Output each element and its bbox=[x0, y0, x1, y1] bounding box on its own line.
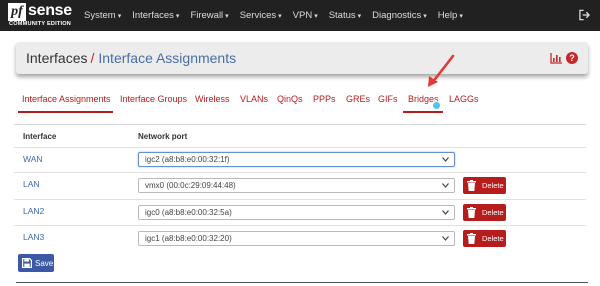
chevron-down-icon bbox=[442, 157, 449, 162]
divider bbox=[14, 124, 586, 125]
delete-button-lan3[interactable]: Delete bbox=[463, 230, 506, 247]
bar-chart-icon[interactable] bbox=[550, 53, 562, 64]
delete-label: Delete bbox=[482, 181, 504, 190]
breadcrumb-panel: Interfaces / Interface Assignments ? bbox=[16, 42, 588, 74]
divider bbox=[14, 199, 586, 200]
tab-gifs[interactable]: GIFs bbox=[378, 94, 398, 104]
sign-out-icon[interactable] bbox=[579, 9, 590, 21]
chevron-down-icon: ▾ bbox=[278, 13, 282, 20]
chevron-down-icon: ▾ bbox=[225, 13, 229, 20]
main-menu: System ▾ Interfaces ▾ Firewall ▾ Services ▾ … bbox=[84, 0, 474, 31]
chevron-down-icon: ▾ bbox=[117, 13, 122, 20]
chevron-down-icon bbox=[442, 236, 449, 241]
breadcrumb-separator: / bbox=[90, 50, 95, 66]
chevron-down-icon bbox=[442, 210, 449, 215]
chevron-down-icon: ▾ bbox=[423, 13, 427, 20]
interface-link-lan[interactable]: LAN bbox=[23, 179, 40, 189]
logo-name: sense bbox=[28, 2, 72, 19]
help-icon[interactable]: ? bbox=[566, 52, 578, 64]
network-port-select-lan[interactable]: vmx0 (00:0c:29:09:44:48) bbox=[138, 178, 455, 193]
chevron-down-icon: ▾ bbox=[175, 13, 180, 20]
tab-qinqs[interactable]: QinQs bbox=[277, 94, 303, 104]
column-header-network-port: Network port bbox=[138, 132, 188, 141]
page-title[interactable]: Interface Assignments bbox=[98, 50, 236, 66]
select-value: igc2 (a8:b8:e0:00:32:1f) bbox=[145, 155, 230, 164]
interface-link-lan2[interactable]: LAN2 bbox=[23, 206, 44, 216]
delete-button-lan[interactable]: Delete bbox=[463, 177, 506, 194]
nav-status[interactable]: Status ▾ bbox=[329, 10, 361, 21]
highlight-underline bbox=[403, 111, 443, 113]
tab-gres[interactable]: GREs bbox=[346, 94, 370, 104]
tab-wireless[interactable]: Wireless bbox=[195, 94, 230, 104]
trash-icon bbox=[467, 207, 476, 218]
nav-services[interactable]: Services ▾ bbox=[240, 10, 282, 21]
save-label: Save bbox=[35, 259, 54, 268]
delete-label: Delete bbox=[482, 208, 504, 217]
logo-mark: pf bbox=[8, 3, 26, 21]
logo-edition: COMMUNITY EDITION bbox=[9, 21, 72, 27]
nav-help[interactable]: Help ▾ bbox=[438, 10, 463, 21]
interface-link-wan[interactable]: WAN bbox=[23, 154, 43, 164]
divider bbox=[14, 172, 586, 173]
cursor-dot-icon bbox=[432, 101, 441, 110]
network-port-select-wan[interactable]: igc2 (a8:b8:e0:00:32:1f) bbox=[138, 152, 455, 167]
chevron-down-icon bbox=[442, 183, 449, 188]
select-value: igc1 (a8:b8:e0:00:32:20) bbox=[145, 234, 232, 243]
chevron-down-icon: ▾ bbox=[459, 13, 463, 20]
save-button[interactable]: Save bbox=[18, 254, 54, 272]
trash-icon bbox=[467, 233, 476, 244]
chevron-down-icon: ▾ bbox=[314, 13, 318, 20]
select-value: igc0 (a8:b8:e0:00:32:5a) bbox=[145, 208, 232, 217]
footer-divider bbox=[16, 282, 588, 283]
pfsense-logo[interactable]: pf sense COMMUNITY EDITION bbox=[8, 2, 80, 28]
divider bbox=[14, 225, 586, 226]
breadcrumb-interfaces[interactable]: Interfaces bbox=[26, 50, 87, 66]
interface-link-lan3[interactable]: LAN3 bbox=[23, 232, 44, 242]
tab-vlans[interactable]: VLANs bbox=[240, 94, 268, 104]
annotation-arrow-icon bbox=[428, 54, 455, 87]
chevron-down-icon: ▾ bbox=[357, 13, 362, 20]
tab-interface-assignments[interactable]: Interface Assignments bbox=[22, 94, 111, 104]
tab-laggs[interactable]: LAGGs bbox=[449, 94, 479, 104]
nav-diagnostics[interactable]: Diagnostics ▾ bbox=[372, 10, 427, 21]
network-port-select-lan3[interactable]: igc1 (a8:b8:e0:00:32:20) bbox=[138, 231, 455, 246]
delete-label: Delete bbox=[482, 234, 504, 243]
network-port-select-lan2[interactable]: igc0 (a8:b8:e0:00:32:5a) bbox=[138, 205, 455, 220]
breadcrumb: Interfaces / Interface Assignments bbox=[26, 50, 236, 66]
nav-firewall[interactable]: Firewall ▾ bbox=[190, 10, 228, 21]
delete-button-lan2[interactable]: Delete bbox=[463, 204, 506, 221]
divider bbox=[14, 147, 586, 148]
nav-interfaces[interactable]: Interfaces ▾ bbox=[132, 10, 179, 21]
tab-interface-groups[interactable]: Interface Groups bbox=[120, 94, 187, 104]
nav-system[interactable]: System ▾ bbox=[84, 10, 121, 21]
top-navbar: pf sense COMMUNITY EDITION System ▾ Inter… bbox=[0, 0, 600, 31]
trash-icon bbox=[467, 180, 476, 191]
active-tab-underline bbox=[18, 111, 113, 113]
column-header-interface: Interface bbox=[23, 132, 57, 141]
tab-ppps[interactable]: PPPs bbox=[313, 94, 336, 104]
nav-vpn[interactable]: VPN ▾ bbox=[293, 10, 318, 21]
select-value: vmx0 (00:0c:29:09:44:48) bbox=[145, 181, 236, 190]
save-disk-icon bbox=[22, 258, 32, 268]
